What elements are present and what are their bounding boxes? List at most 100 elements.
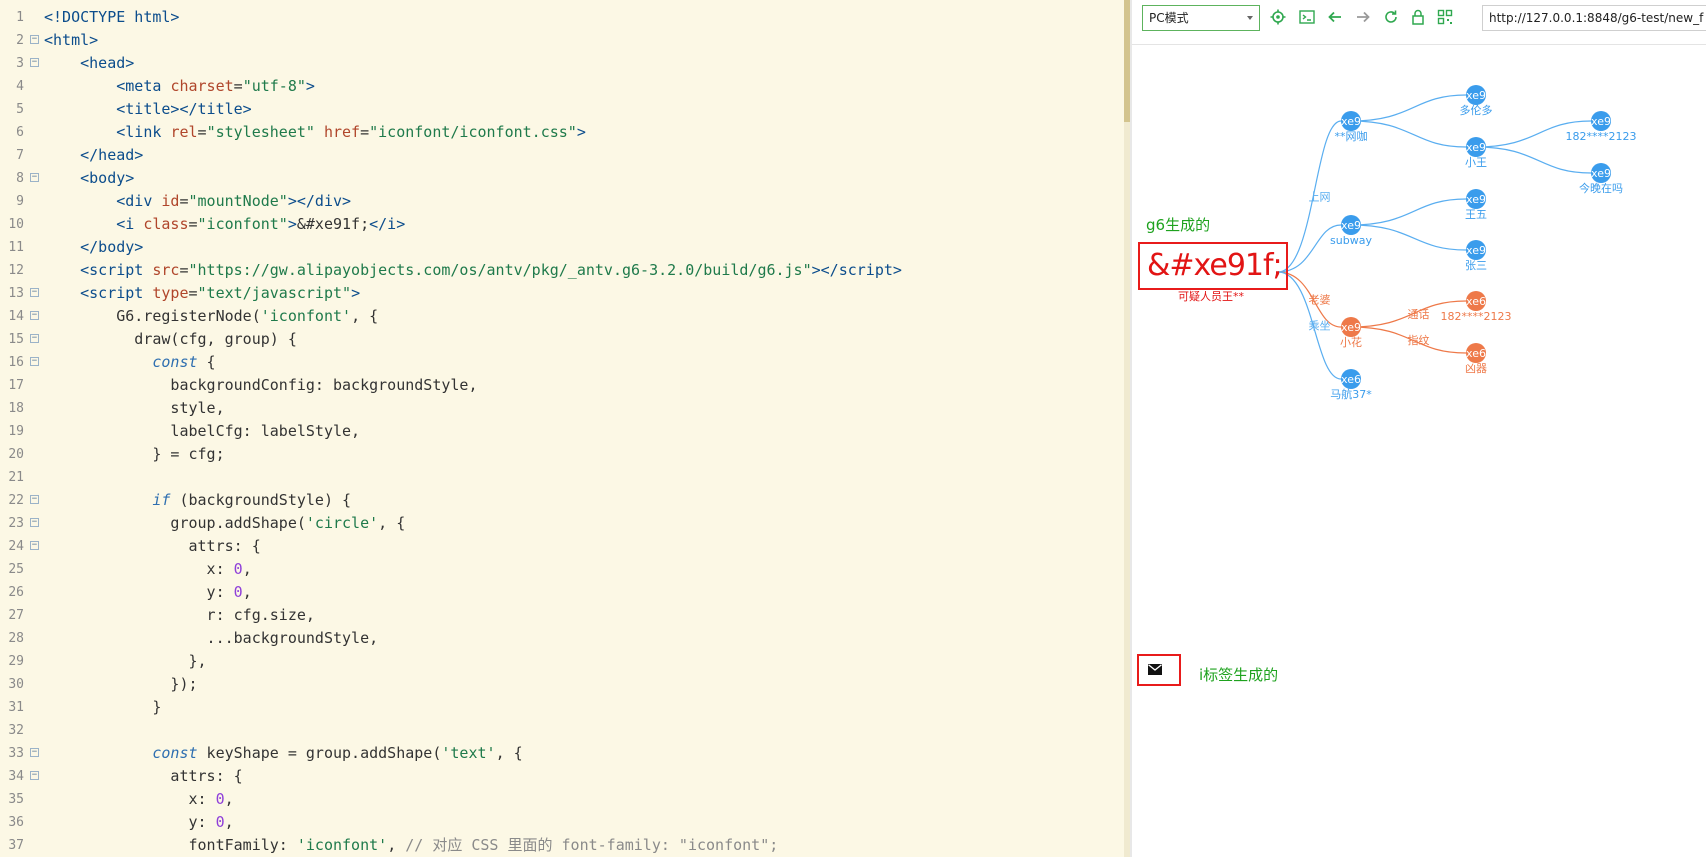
code-text: y: 0, xyxy=(44,583,252,601)
code-line[interactable]: 26 y: 0, xyxy=(0,581,1124,604)
graph-node-icon-text: xe9 xyxy=(1591,115,1611,128)
code-line[interactable]: 5 <title></title> xyxy=(0,98,1124,121)
code-line[interactable]: 3− <head> xyxy=(0,52,1124,75)
graph-node-wangwu[interactable]: xe9 王五 xyxy=(1465,189,1487,221)
graph-node-wangka[interactable]: xe9**网咖 xyxy=(1335,111,1368,143)
code-line[interactable]: 35 x: 0, xyxy=(0,788,1124,811)
back-arrow-icon[interactable] xyxy=(1326,8,1344,26)
fold-toggle-icon[interactable]: − xyxy=(30,334,39,343)
mode-select[interactable]: PC模式 xyxy=(1142,5,1260,31)
line-number: 15 xyxy=(8,332,24,347)
code-line[interactable]: 19 labelCfg: labelStyle, xyxy=(0,420,1124,443)
code-text: <body> xyxy=(80,169,135,187)
fold-toggle-icon[interactable]: − xyxy=(30,771,39,780)
code-line[interactable]: 8− <body> xyxy=(0,167,1124,190)
refresh-icon[interactable] xyxy=(1382,8,1400,26)
graph-node-subway[interactable]: xe9 subway xyxy=(1330,215,1372,247)
fold-toggle-icon[interactable]: − xyxy=(30,173,39,182)
settings-icon[interactable] xyxy=(1269,8,1287,26)
code-line[interactable]: 29 }, xyxy=(0,650,1124,673)
graph-node-xiaohua[interactable]: xe9 小花 xyxy=(1340,317,1362,349)
code-line[interactable]: 33− const keyShape = group.addShape('tex… xyxy=(0,742,1124,765)
graph-edges: 上网老婆乘坐 通话指纹 xyxy=(1277,94,1592,380)
fold-toggle-icon[interactable]: − xyxy=(30,748,39,757)
code-text: } = cfg; xyxy=(44,445,225,463)
code-text: r: cfg.size, xyxy=(44,606,315,624)
graph-node-label: 多伦多 xyxy=(1460,103,1493,117)
code-line[interactable]: 4 <meta charset="utf-8"> xyxy=(0,75,1124,98)
code-line[interactable]: 17 backgroundConfig: backgroundStyle, xyxy=(0,374,1124,397)
code-text: <script src="https://gw.alipayobjects.co… xyxy=(80,261,902,279)
code-line[interactable]: 9 <div id="mountNode"></div> xyxy=(0,190,1124,213)
fold-toggle-icon[interactable]: − xyxy=(30,311,39,320)
code-line[interactable]: 12 <script src="https://gw.alipayobjects… xyxy=(0,259,1124,282)
forward-arrow-icon[interactable] xyxy=(1354,8,1372,26)
url-field[interactable]: http://127.0.0.1:8848/g6-test/new_f xyxy=(1482,5,1706,31)
graph-node-xiongqi[interactable]: xe6 凶器 xyxy=(1465,343,1487,375)
line-number: 37 xyxy=(8,838,24,853)
line-number: 3 xyxy=(16,56,24,71)
code-text: <html> xyxy=(44,31,99,49)
graph-edge[interactable] xyxy=(1350,198,1467,226)
graph-node-duoluoduo[interactable]: xe9多伦多 xyxy=(1460,85,1493,117)
graph-node-phone1[interactable]: xe6 182****2123 xyxy=(1441,291,1512,323)
code-line[interactable]: 25 x: 0, xyxy=(0,558,1124,581)
code-text: <head> xyxy=(80,54,135,72)
code-line[interactable]: 16− const { xyxy=(0,351,1124,374)
code-line[interactable]: 2− <html> xyxy=(0,29,1124,52)
code-text: <title></title> xyxy=(116,100,252,118)
fold-toggle-icon[interactable]: − xyxy=(30,518,39,527)
graph-node-label: 182****2123 xyxy=(1566,130,1637,143)
code-line[interactable]: 24− attrs: { xyxy=(0,535,1124,558)
code-line[interactable]: 28 ...backgroundStyle, xyxy=(0,627,1124,650)
line-number: 17 xyxy=(8,378,24,393)
console-icon[interactable] xyxy=(1298,8,1316,26)
fold-toggle-icon[interactable]: − xyxy=(30,35,39,44)
graph-node-jinwan[interactable]: xe9今晚在吗 xyxy=(1579,163,1623,195)
lock-icon[interactable] xyxy=(1409,8,1427,26)
code-line[interactable]: 15− draw(cfg, group) { xyxy=(0,328,1124,351)
code-text: fontFamily: 'iconfont', // 对应 CSS 里面的 fo… xyxy=(44,836,779,854)
fold-toggle-icon[interactable]: − xyxy=(30,288,39,297)
code-line[interactable]: 30 }); xyxy=(0,673,1124,696)
code-line[interactable]: 37 fontFamily: 'iconfont', // 对应 CSS 里面的… xyxy=(0,834,1124,857)
fold-toggle-icon[interactable]: − xyxy=(30,495,39,504)
graph-node-xiaowang[interactable]: xe9 小王 xyxy=(1465,137,1487,169)
graph-node-phone2[interactable]: xe9 182****2123 xyxy=(1566,111,1637,143)
code-line[interactable]: 20 } = cfg; xyxy=(0,443,1124,466)
line-number: 22 xyxy=(8,493,24,508)
code-line[interactable]: 7 </head> xyxy=(0,144,1124,167)
i-tag-icon-highlight xyxy=(1137,654,1181,686)
code-line[interactable]: 10 <i class="iconfont">&#xe91f;</i> xyxy=(0,213,1124,236)
g6-graph-canvas[interactable]: 上网老婆乘坐通话指纹 xe9**网咖 xe9subway xe9小花 xe6马航37*… xyxy=(1132,44,1706,857)
code-line[interactable]: 32 xyxy=(0,719,1124,742)
graph-edge[interactable] xyxy=(1350,94,1467,122)
code-line[interactable]: 13− <script type="text/javascript"> xyxy=(0,282,1124,305)
code-line[interactable]: 31 } xyxy=(0,696,1124,719)
chevron-down-icon[interactable] xyxy=(1247,16,1253,20)
code-line[interactable]: 23− group.addShape('circle', { xyxy=(0,512,1124,535)
fold-toggle-icon[interactable]: − xyxy=(30,58,39,67)
code-line[interactable]: 1 <!DOCTYPE html> xyxy=(0,6,1124,29)
code-line[interactable]: 27 r: cfg.size, xyxy=(0,604,1124,627)
code-line[interactable]: 36 y: 0, xyxy=(0,811,1124,834)
graph-node-icon-text: xe9 xyxy=(1466,193,1486,206)
graph-edge[interactable] xyxy=(1475,146,1592,174)
fold-toggle-icon[interactable]: − xyxy=(30,541,39,550)
graph-edge[interactable] xyxy=(1350,120,1467,148)
graph-node-zhangsan[interactable]: xe9 张三 xyxy=(1465,240,1487,272)
code-line[interactable]: 21 xyxy=(0,466,1124,489)
line-number: 18 xyxy=(8,401,24,416)
code-line[interactable]: 22− if (backgroundStyle) { xyxy=(0,489,1124,512)
qr-code-icon[interactable] xyxy=(1436,8,1454,26)
fold-toggle-icon[interactable]: − xyxy=(30,357,39,366)
code-line[interactable]: 18 style, xyxy=(0,397,1124,420)
code-line[interactable]: 14− G6.registerNode('iconfont', { xyxy=(0,305,1124,328)
code-line[interactable]: 34− attrs: { xyxy=(0,765,1124,788)
code-editor[interactable]: 1 <!DOCTYPE html> 2− <html> 3− <head> 4 <meta… xyxy=(0,0,1130,857)
graph-node-mahang[interactable]: xe6马航37* xyxy=(1330,369,1372,401)
code-line[interactable]: 6 <link rel="stylesheet" href="iconfont/… xyxy=(0,121,1124,144)
code-line[interactable]: 11 </body> xyxy=(0,236,1124,259)
code-text: G6.registerNode('iconfont', { xyxy=(44,307,379,325)
code-text: <meta charset="utf-8"> xyxy=(116,77,315,95)
